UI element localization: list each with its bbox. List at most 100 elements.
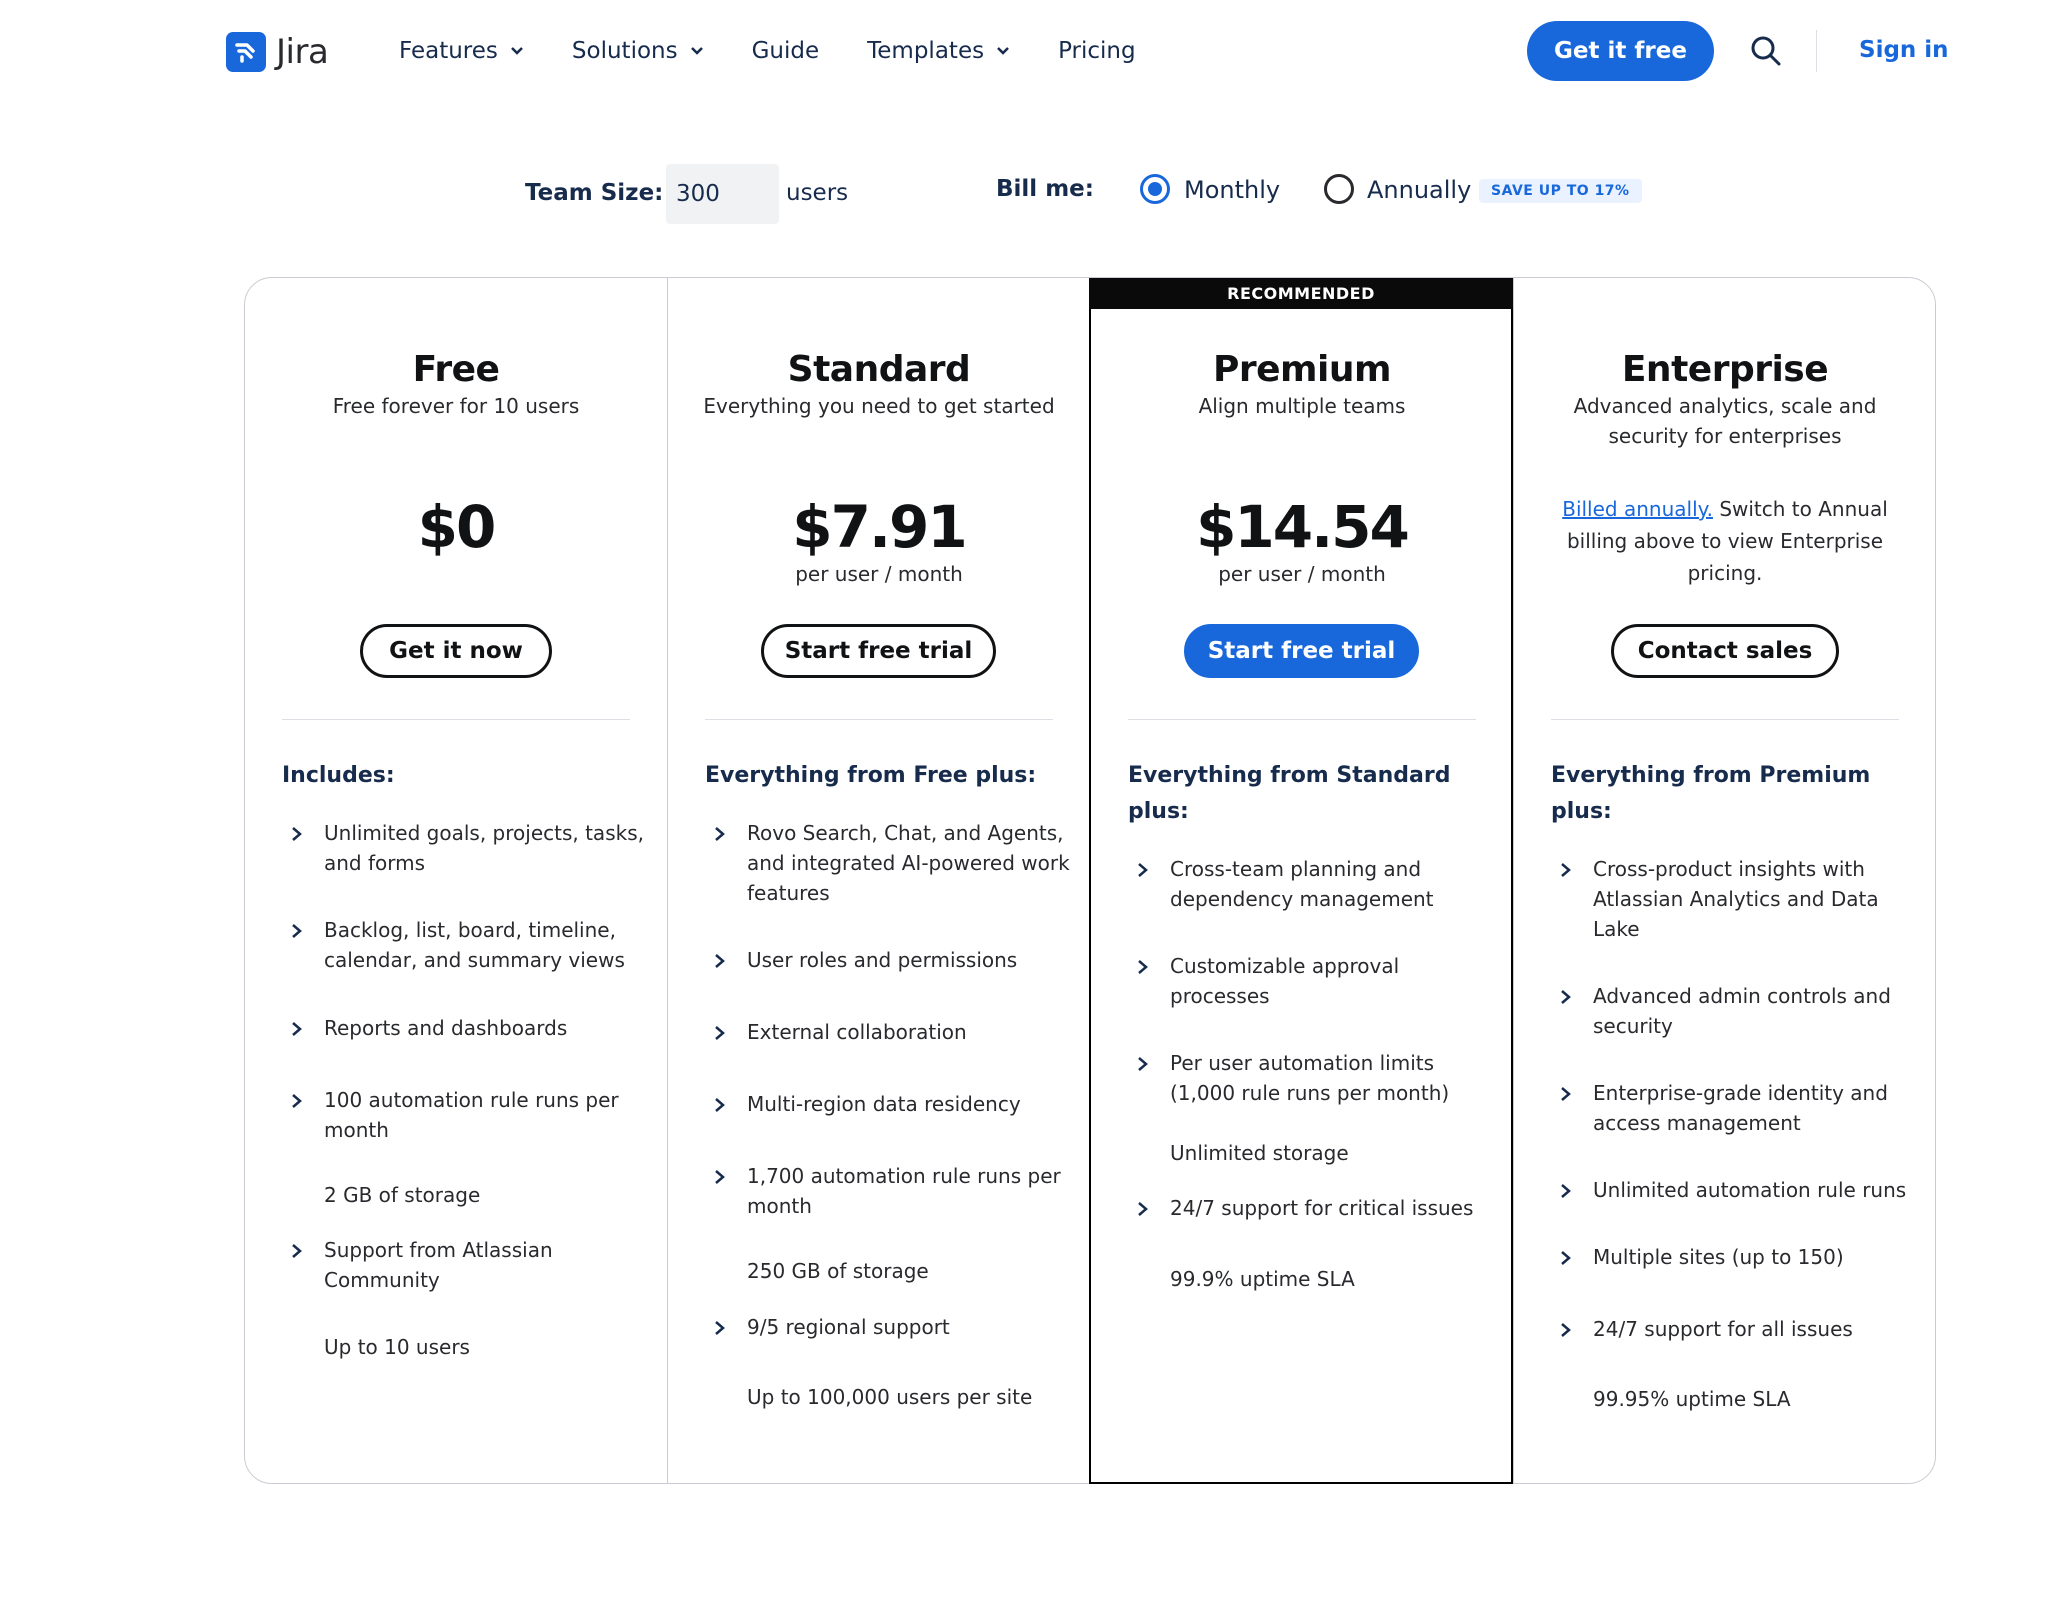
jira-logo-icon [226, 32, 266, 72]
nav-features[interactable]: Features [399, 38, 524, 64]
recommended-badge: RECOMMENDED [1089, 278, 1513, 309]
feature-text: Advanced admin controls and security [1593, 984, 1891, 1038]
nav-links: Features Solutions Guide Templates Prici… [399, 38, 1184, 64]
logo-text: Jira [276, 32, 329, 72]
feature-item[interactable]: Enterprise-grade identity and access man… [1551, 1078, 1918, 1138]
feature-item[interactable]: Backlog, list, board, timeline, calendar… [282, 915, 649, 975]
feature-text: 1,700 automation rule runs per month [747, 1164, 1061, 1218]
plan-subtitle: Free forever for 10 users [332, 394, 580, 418]
feature-item[interactable]: 9/5 regional support [705, 1312, 1072, 1342]
feature-text: Up to 100,000 users per site [747, 1385, 1033, 1409]
feature-item[interactable]: Unlimited automation rule runs [1551, 1175, 1918, 1205]
chevron-right-icon [715, 954, 725, 968]
users-label: users [786, 180, 849, 206]
price-unit: per user / month [795, 562, 963, 586]
feature-text: Multiple sites (up to 150) [1593, 1245, 1844, 1269]
includes-title: Everything from Premium plus: [1551, 763, 1871, 824]
get-it-free-button[interactable]: Get it free [1527, 21, 1714, 81]
plan-name: Free [412, 349, 500, 390]
feature-item[interactable]: Unlimited goals, projects, tasks, and fo… [282, 818, 649, 878]
jira-logo[interactable]: Jira [226, 32, 329, 72]
feature-item[interactable]: Multi-region data residency [705, 1089, 1072, 1119]
chevron-right-icon [1561, 1087, 1571, 1101]
annually-radio[interactable] [1324, 174, 1354, 204]
feature-item[interactable]: User roles and permissions [705, 945, 1072, 975]
enterprise-pricing-note: Billed annually. Switch to Annual billin… [1554, 493, 1896, 589]
team-size-label: Team Size: [525, 180, 664, 206]
plan-name: Standard [787, 349, 971, 390]
feature-text: 24/7 support for all issues [1593, 1317, 1853, 1341]
nav-link-label: Pricing [1058, 38, 1136, 64]
chevron-right-icon [292, 1022, 302, 1036]
chevron-right-icon [715, 1321, 725, 1335]
feature-text: 100 automation rule runs per month [324, 1088, 619, 1142]
feature-item[interactable]: Advanced admin controls and security [1551, 981, 1918, 1041]
feature-text: Cross-product insights with Atlassian An… [1593, 857, 1879, 941]
feature-item[interactable]: Rovo Search, Chat, and Agents, and integ… [705, 818, 1072, 908]
plan-subtitle: Everything you need to get started [703, 394, 1055, 418]
feature-item: 2 GB of storage [282, 1180, 649, 1210]
feature-text: Unlimited automation rule runs [1593, 1178, 1907, 1202]
feature-item: 99.95% uptime SLA [1551, 1384, 1918, 1414]
search-icon[interactable] [1749, 34, 1783, 68]
feature-item: Up to 10 users [282, 1332, 649, 1362]
chevron-right-icon [1561, 1323, 1571, 1337]
feature-text: User roles and permissions [747, 948, 1018, 972]
plan-price: $7.91 [792, 493, 967, 561]
includes-title: Everything from Free plus: [705, 763, 1037, 788]
feature-item: Up to 100,000 users per site [705, 1382, 1072, 1412]
nav-link-label: Features [399, 38, 498, 64]
chevron-right-icon [1561, 1251, 1571, 1265]
feature-item[interactable]: Multiple sites (up to 150) [1551, 1242, 1918, 1272]
feature-text: Rovo Search, Chat, and Agents, and integ… [747, 821, 1070, 905]
feature-text: Reports and dashboards [324, 1016, 568, 1040]
chevron-down-icon [690, 47, 703, 55]
feature-item[interactable]: External collaboration [705, 1017, 1072, 1047]
nav-solutions[interactable]: Solutions [572, 38, 704, 64]
feature-text: Up to 10 users [324, 1335, 470, 1359]
start-free-trial-button[interactable]: Start free trial [761, 624, 996, 678]
monthly-radio[interactable] [1140, 174, 1170, 204]
feature-item[interactable]: Reports and dashboards [282, 1013, 649, 1043]
feature-list: Rovo Search, Chat, and Agents, and integ… [705, 818, 1072, 1412]
chevron-right-icon [292, 1244, 302, 1258]
feature-text: Unlimited goals, projects, tasks, and fo… [324, 821, 644, 875]
divider [282, 719, 630, 720]
nav-link-label: Guide [751, 38, 820, 64]
feature-item[interactable]: Support from Atlassian Community [282, 1235, 649, 1295]
feature-text: Multi-region data residency [747, 1092, 1021, 1116]
divider [1551, 719, 1899, 720]
chevron-right-icon [715, 1098, 725, 1112]
chevron-right-icon [1561, 990, 1571, 1004]
sign-in-link[interactable]: Sign in [1859, 37, 1949, 63]
top-nav: Jira Features Solutions Guide Templates … [0, 0, 2046, 110]
includes-title: Includes: [282, 763, 395, 788]
save-badge: SAVE UP TO 17% [1479, 179, 1642, 203]
feature-item[interactable]: 100 automation rule runs per month [282, 1085, 649, 1145]
feature-item[interactable]: Cross-product insights with Atlassian An… [1551, 854, 1918, 944]
plan-price: $0 [417, 493, 497, 561]
feature-item[interactable]: 24/7 support for all issues [1551, 1314, 1918, 1344]
divider [705, 719, 1053, 720]
chevron-right-icon [1561, 863, 1571, 877]
team-size-input[interactable] [666, 164, 779, 224]
monthly-label[interactable]: Monthly [1184, 176, 1280, 204]
bill-me-label: Bill me: [996, 176, 1094, 202]
nav-templates[interactable]: Templates [867, 38, 1010, 64]
get-it-now-button[interactable]: Get it now [360, 624, 552, 678]
chevron-down-icon [997, 47, 1009, 55]
contact-sales-button[interactable]: Contact sales [1611, 624, 1839, 678]
pricing-controls: Team Size: users Bill me: Monthly Annual… [0, 160, 2046, 230]
nav-guide[interactable]: Guide [752, 38, 820, 64]
nav-link-label: Templates [867, 38, 985, 64]
feature-list: Unlimited goals, projects, tasks, and fo… [282, 818, 649, 1362]
feature-list: Cross-product insights with Atlassian An… [1551, 854, 1918, 1414]
nav-link-label: Solutions [571, 38, 678, 64]
nav-pricing[interactable]: Pricing [1058, 38, 1136, 64]
feature-text: 9/5 regional support [747, 1315, 950, 1339]
plan-enterprise: Enterprise Advanced analytics, scale and… [1514, 278, 1936, 1483]
plan-name: Enterprise [1621, 349, 1829, 390]
annually-label[interactable]: Annually [1367, 176, 1471, 204]
billed-annually-link[interactable]: Billed annually. [1562, 497, 1713, 521]
feature-item[interactable]: 1,700 automation rule runs per month [705, 1161, 1072, 1221]
